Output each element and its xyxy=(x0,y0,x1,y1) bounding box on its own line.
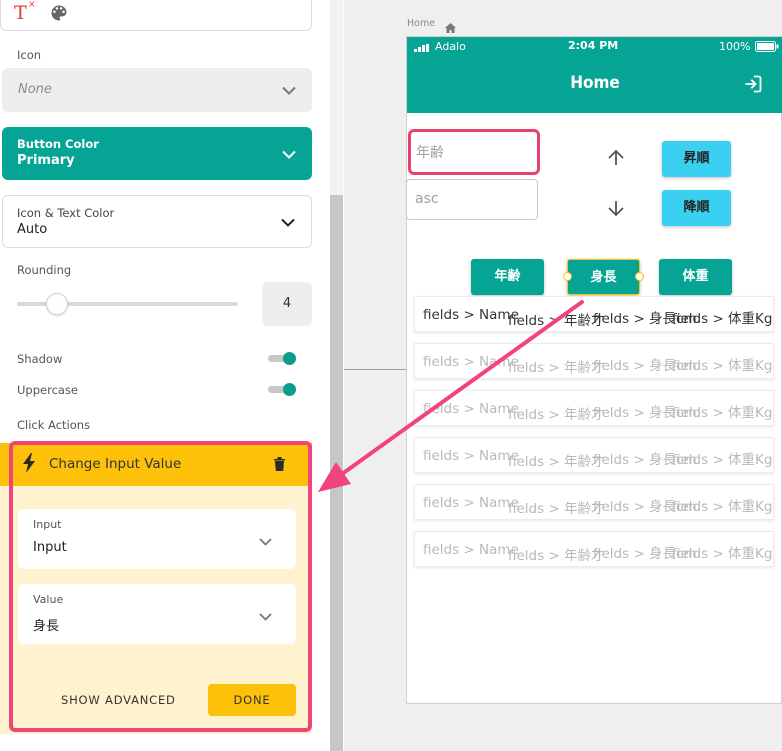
rounding-label: Rounding xyxy=(17,263,72,277)
ascending-button[interactable]: 昇順 xyxy=(662,141,731,177)
sort-by-age-button[interactable]: 年齢 xyxy=(471,259,544,295)
chevron-down-icon xyxy=(259,606,272,625)
descending-button[interactable]: 降順 xyxy=(662,190,731,226)
icon-text-color-label: Icon & Text Color xyxy=(17,206,115,220)
panel-scrollbar-thumb[interactable] xyxy=(330,195,343,751)
selection-handle-left[interactable] xyxy=(563,272,572,281)
sort-by-weight-button[interactable]: 体重 xyxy=(659,259,732,295)
sort-by-height-button[interactable]: 身長 xyxy=(567,259,640,295)
age-input-placeholder: 年齢 xyxy=(416,145,444,161)
icon-label: Icon xyxy=(17,48,42,62)
list-item[interactable]: fields > Name fields > 年齢才 fields > 身長cm fi… xyxy=(414,390,774,426)
list-item-field: fields > 体重Kg xyxy=(672,452,773,468)
list-item[interactable]: fields > Name fields > 年齢才 fields > 身長cm fi… xyxy=(414,296,774,332)
chevron-down-icon xyxy=(259,531,272,550)
rounding-slider-handle[interactable] xyxy=(45,293,68,315)
status-bar: Adalo 2:04 PM 100% xyxy=(407,37,782,56)
chevron-down-icon xyxy=(282,81,296,100)
list-item-field: fields > Name xyxy=(423,448,519,464)
shadow-toggle[interactable] xyxy=(268,352,296,365)
value-select[interactable]: Value 身長 xyxy=(18,584,296,644)
button-color-label: Button Color xyxy=(17,137,99,151)
properties-panel: T × Icon None Button Color Primary Icon &… xyxy=(0,0,343,751)
app-bar-title: Home xyxy=(570,73,620,93)
shadow-toggle-knob xyxy=(283,352,296,365)
shadow-label: Shadow xyxy=(17,352,63,366)
list-item[interactable]: fields > Name fields > 年齢才 fields > 身長cm fi… xyxy=(414,531,774,567)
action-title: Change Input Value xyxy=(49,456,182,472)
text-format-icon[interactable]: T × xyxy=(14,0,36,24)
app-bar: Home xyxy=(407,56,782,113)
list-item-field: fields > Name xyxy=(423,495,519,511)
list-item-field: fields > 年齢才 xyxy=(508,360,605,376)
uppercase-label: Uppercase xyxy=(17,383,79,397)
button-color-value: Primary xyxy=(17,153,75,168)
trash-icon[interactable] xyxy=(274,456,285,475)
signal-icon xyxy=(414,42,430,55)
icon-text-color-select[interactable]: Icon & Text Color Auto xyxy=(2,195,312,248)
input-select[interactable]: Input Input xyxy=(18,509,296,569)
palette-icon[interactable] xyxy=(49,3,69,27)
sort-order-input[interactable]: asc xyxy=(406,179,538,220)
input-select-value: Input xyxy=(33,540,67,555)
list-item[interactable]: fields > Name fields > 年齢才 fields > 身長cm fi… xyxy=(414,484,774,520)
list-item[interactable]: fields > Name fields > 年齢才 fields > 身長cm fi… xyxy=(414,343,774,379)
list-item-field: fields > 体重Kg xyxy=(672,546,773,562)
battery-percent: 100% xyxy=(719,40,751,53)
list-item-field: fields > 体重Kg xyxy=(672,311,773,327)
list-item-field: fields > 年齢才 xyxy=(508,407,605,423)
carrier-name: Adalo xyxy=(435,40,466,53)
list-item-field: fields > Name xyxy=(423,542,519,558)
list-item-field: fields > 体重Kg xyxy=(672,405,773,421)
status-time: 2:04 PM xyxy=(568,39,619,52)
button-color-select[interactable]: Button Color Primary xyxy=(2,127,312,180)
done-button[interactable]: DONE xyxy=(208,684,296,716)
list-item-field: fields > 年齢才 xyxy=(508,454,605,470)
selection-handle-right[interactable] xyxy=(635,272,644,281)
icon-text-color-value: Auto xyxy=(17,222,48,237)
lightning-bolt-icon xyxy=(22,453,36,477)
show-advanced-button[interactable]: SHOW ADVANCED xyxy=(61,693,176,707)
list-item-field: fields > 体重Kg xyxy=(672,358,773,374)
value-select-label: Value xyxy=(33,593,64,606)
icon-select-value: None xyxy=(18,82,52,97)
icon-select[interactable]: None xyxy=(2,68,312,112)
uppercase-toggle[interactable] xyxy=(268,383,296,396)
style-toolbar: T × xyxy=(0,0,312,31)
uppercase-toggle-knob xyxy=(283,383,296,396)
age-input[interactable]: 年齢 xyxy=(408,129,540,175)
action-header[interactable]: Change Input Value xyxy=(0,443,312,486)
list-item-field: fields > Name xyxy=(423,354,519,370)
list-item-field: fields > Name xyxy=(423,307,519,323)
sort-order-value: asc xyxy=(415,191,439,207)
list-item-field: fields > 年齢才 xyxy=(508,548,605,564)
screen-link-line xyxy=(344,369,406,370)
change-input-value-action: Change Input Value Input Input Value 身長 … xyxy=(0,443,312,734)
list-item-field: fields > Name xyxy=(423,401,519,417)
battery-icon xyxy=(755,41,779,55)
arrow-up-icon xyxy=(607,149,625,171)
list-item[interactable]: fields > Name fields > 年齢才 fields > 身長cm fi… xyxy=(414,437,774,473)
rounding-value-input[interactable]: 4 xyxy=(262,282,312,326)
screen-name-label[interactable]: Home xyxy=(407,18,435,29)
list-item-field: fields > 体重Kg xyxy=(672,499,773,515)
click-actions-label: Click Actions xyxy=(17,418,91,432)
input-select-label: Input xyxy=(33,518,62,531)
value-select-value: 身長 xyxy=(33,619,60,634)
list-item-field: fields > 年齢才 xyxy=(508,313,605,329)
chevron-down-icon xyxy=(281,212,295,231)
home-icon xyxy=(445,18,456,37)
arrow-down-icon xyxy=(607,199,625,221)
chevron-down-icon xyxy=(282,144,296,163)
logout-icon[interactable] xyxy=(743,74,763,98)
list-item-field: fields > 年齢才 xyxy=(508,501,605,517)
